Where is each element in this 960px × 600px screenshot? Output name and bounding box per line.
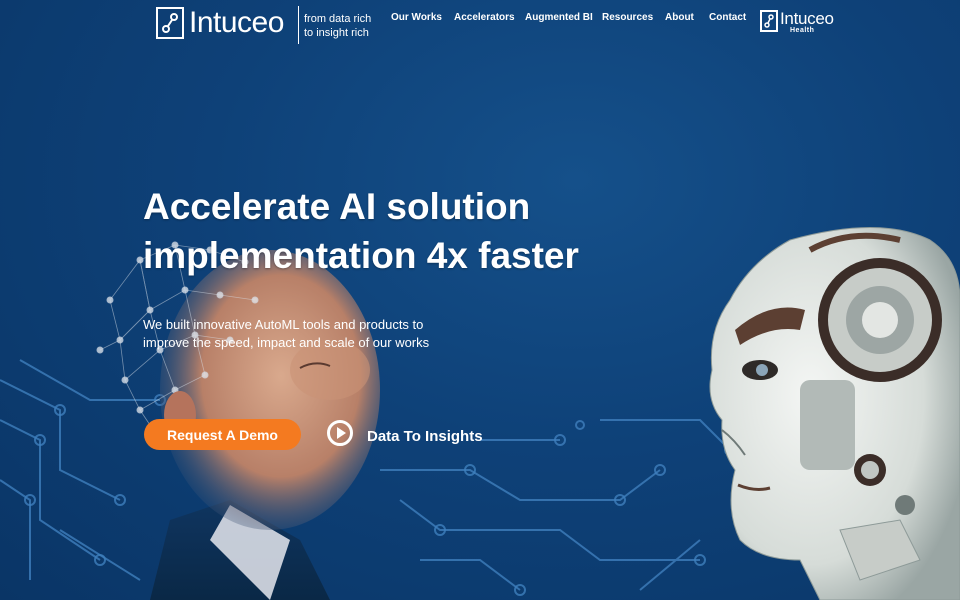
intuceo-logo[interactable]: Intuceo: [156, 6, 284, 40]
health-logo-name: Intuceo: [780, 9, 834, 28]
headline-line2: implementation 4x faster: [143, 235, 579, 276]
health-logo-icon: [760, 10, 778, 32]
health-logo-sub: Health: [790, 27, 815, 34]
tagline-line2: to insight rich: [304, 27, 369, 39]
header-divider: [298, 6, 299, 44]
play-icon[interactable]: [327, 420, 353, 446]
tagline-line1: from data rich: [304, 13, 372, 25]
headline-line1: Accelerate AI solution: [143, 186, 531, 227]
logo-text: Intuceo: [189, 6, 284, 39]
subtext-line1: We built innovative AutoML tools and pro…: [143, 317, 424, 332]
nav-contact[interactable]: Contact: [709, 12, 746, 23]
data-to-insights-link[interactable]: Data To Insights: [367, 428, 483, 445]
hero-headline: Accelerate AI solution implementation 4x…: [143, 182, 603, 280]
nav-accelerators[interactable]: Accelerators: [454, 12, 515, 23]
nav-resources[interactable]: Resources: [602, 12, 653, 23]
request-demo-button[interactable]: Request A Demo: [144, 419, 301, 450]
play-triangle: [337, 427, 346, 439]
intuceo-health-logo[interactable]: Intuceo Health: [760, 9, 834, 34]
logo-icon: [156, 7, 184, 39]
subtext-line2: improve the speed, impact and scale of o…: [143, 335, 430, 350]
nav-augmented-bi[interactable]: Augmented BI: [525, 12, 593, 23]
nav-about[interactable]: About: [665, 12, 694, 23]
tagline: from data rich to insight rich: [304, 12, 371, 40]
robot-head-illustration: [709, 227, 960, 600]
nav-our-works[interactable]: Our Works: [391, 12, 442, 23]
hero-subtext: We built innovative AutoML tools and pro…: [143, 316, 443, 352]
